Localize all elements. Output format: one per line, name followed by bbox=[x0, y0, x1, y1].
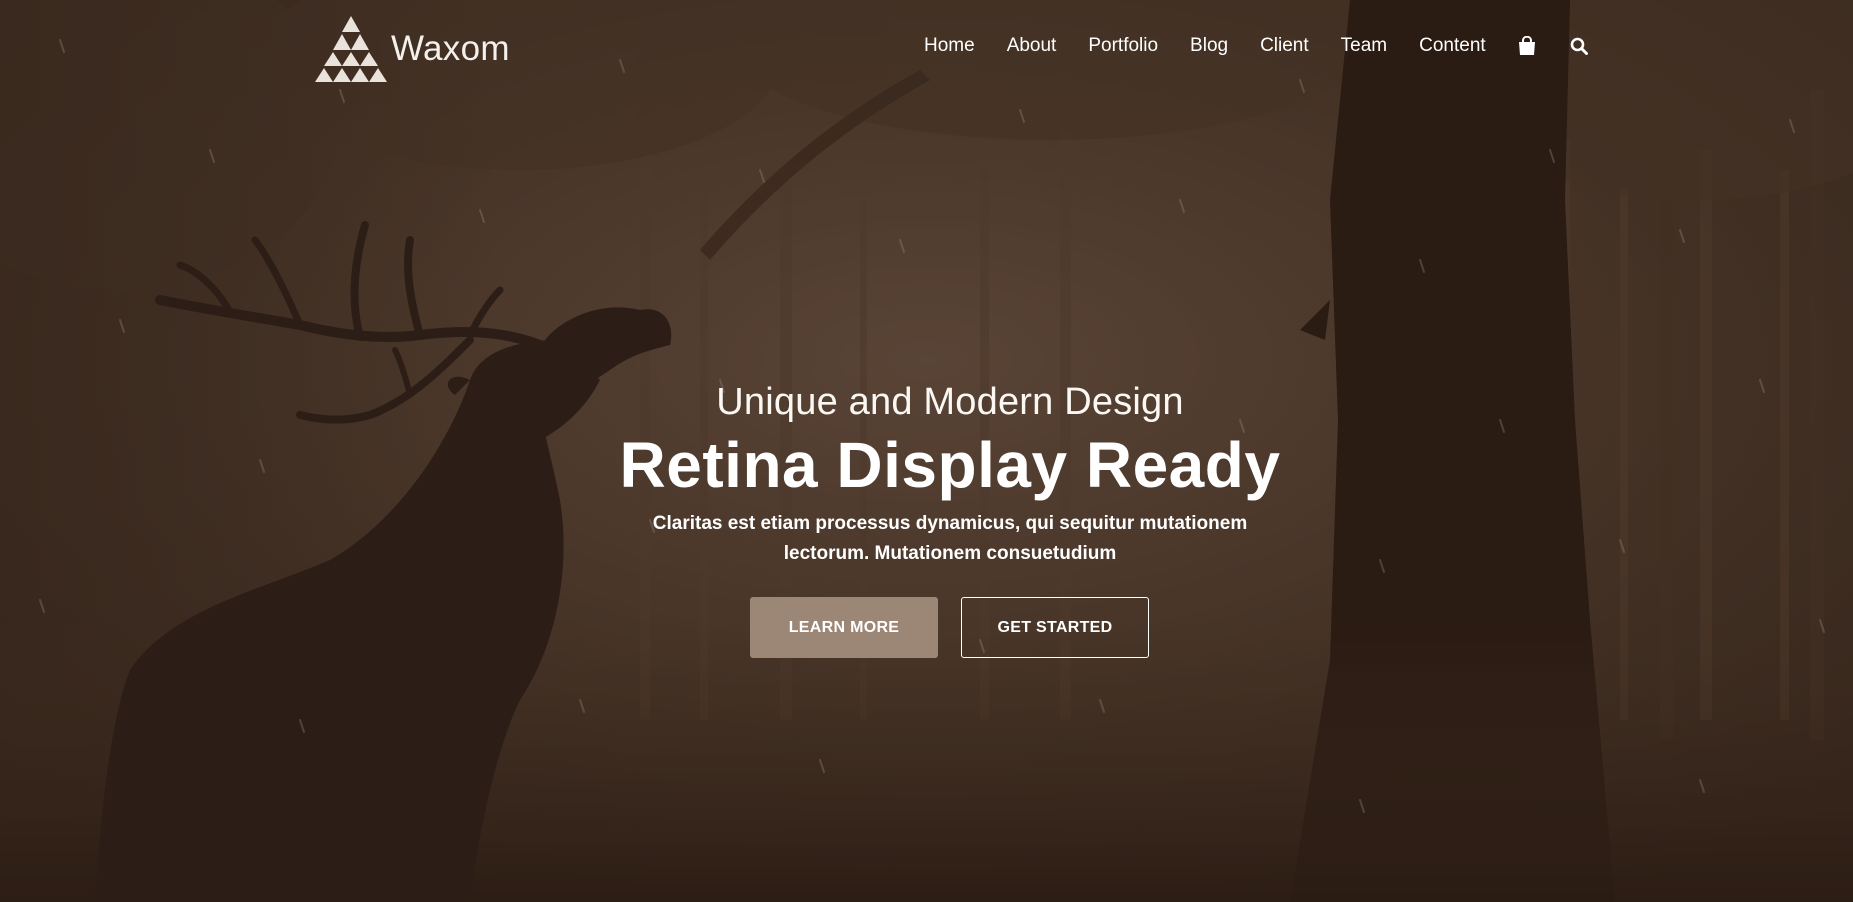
main-nav: Home About Portfolio Blog Client Team Co… bbox=[924, 33, 1588, 59]
nav-item-portfolio[interactable]: Portfolio bbox=[1088, 33, 1158, 59]
nav-item-content[interactable]: Content bbox=[1419, 33, 1486, 59]
hero-subtitle: Unique and Modern Design bbox=[716, 381, 1184, 423]
nav-item-blog[interactable]: Blog bbox=[1190, 33, 1228, 59]
nav-item-team[interactable]: Team bbox=[1341, 33, 1387, 59]
triangle-logo-icon bbox=[315, 16, 387, 82]
hero-title: Retina Display Ready bbox=[619, 429, 1281, 501]
get-started-button[interactable]: GET STARTED bbox=[961, 597, 1149, 658]
nav-item-home[interactable]: Home bbox=[924, 33, 975, 59]
nav-item-about[interactable]: About bbox=[1007, 33, 1057, 59]
site-header: Waxom Home About Portfolio Blog Client T… bbox=[0, 0, 1853, 95]
search-icon[interactable] bbox=[1570, 37, 1588, 55]
learn-more-button[interactable]: LEARN MORE bbox=[750, 597, 938, 658]
brand-name: Waxom bbox=[391, 29, 510, 68]
logo-link[interactable]: Waxom bbox=[315, 16, 510, 82]
hero-section: Waxom Home About Portfolio Blog Client T… bbox=[0, 0, 1853, 902]
shopping-bag-icon[interactable] bbox=[1518, 36, 1536, 56]
nav-item-client[interactable]: Client bbox=[1260, 33, 1309, 59]
hero-description: Claritas est etiam processus dynamicus, … bbox=[652, 513, 1248, 564]
